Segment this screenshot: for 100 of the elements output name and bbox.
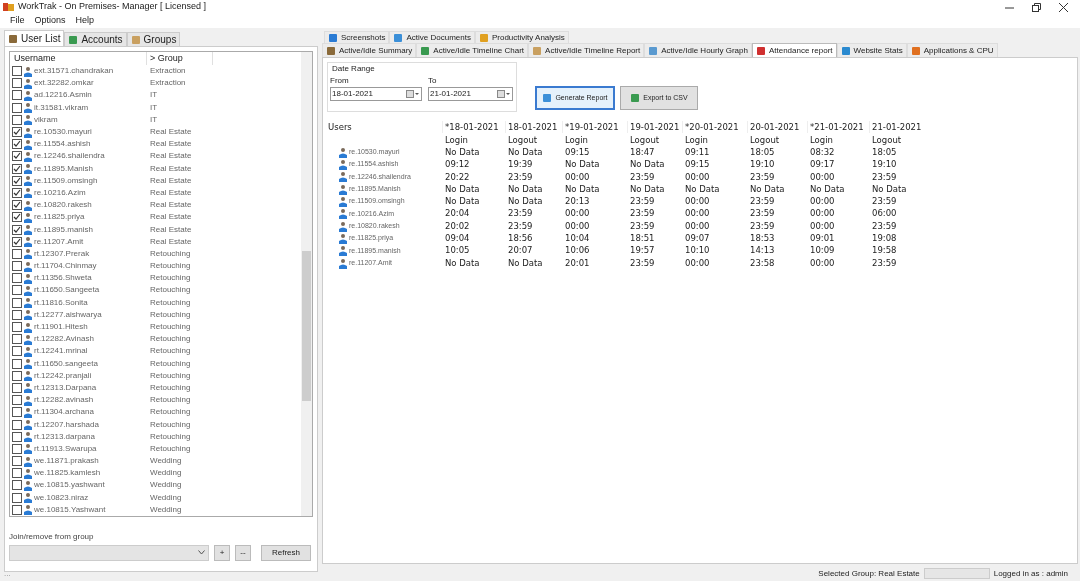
table-cell-text: 00:00 [564,170,591,184]
checkbox[interactable] [12,90,22,101]
group-name: Wedding [149,455,182,468]
checkbox[interactable] [12,297,22,308]
checkbox[interactable] [12,468,22,479]
close-icon[interactable] [1059,2,1068,12]
checkbox[interactable] [12,212,22,223]
group-name: Retouching [149,369,191,382]
table-cell-text: 19:57 [629,244,656,258]
tab-icon [648,45,659,56]
checkbox[interactable] [12,456,22,467]
checkbox[interactable] [12,163,22,174]
checkbox[interactable] [12,419,22,430]
checkbox[interactable] [12,492,22,503]
tab-icon [326,45,336,56]
refresh-button[interactable]: Refresh [261,544,311,561]
checkbox[interactable] [12,431,22,442]
checkbox[interactable] [12,224,22,235]
checkbox[interactable] [12,334,22,345]
field-label: To [428,75,438,87]
table-cell-text: 09:11 [684,146,711,159]
tab[interactable]: Active/Idle Timeline Report [528,43,645,57]
checkbox[interactable] [12,78,22,89]
checkbox[interactable] [12,187,22,198]
checkbox[interactable] [12,480,22,491]
tab[interactable]: Productivity Analysis [474,31,569,43]
table-cell-text: 10:05 [444,244,471,258]
column-header[interactable]: Username [12,51,147,66]
checkbox[interactable] [12,285,22,296]
tab[interactable]: Screenshots [324,31,390,43]
table-cell-text: 09:04 [444,232,471,245]
checkbox[interactable] [12,382,22,393]
checkbox[interactable] [12,248,22,259]
tab-icon [68,34,79,45]
checkbox[interactable] [12,370,22,381]
checkbox[interactable] [12,102,22,113]
remove-button[interactable]: -- [235,544,251,561]
menu-item[interactable]: Options [34,14,66,28]
group-name: Retouching [149,357,191,370]
column-header[interactable]: > Group [147,51,213,66]
add-button[interactable]: + [214,544,230,561]
group-name: Retouching [149,247,191,260]
table-cell-text: 09:07 [684,232,711,245]
tab-icon [8,33,18,44]
table-cell-text: No Data [629,182,666,196]
username: re.11895.manish [34,223,93,236]
tab[interactable]: Applications & CPU [906,43,998,57]
username: re.11509.omsingh [34,174,98,187]
checkbox[interactable] [12,322,22,333]
table-cell-text: 00:00 [809,256,836,270]
checkbox[interactable] [12,114,22,125]
tab-icon [130,34,141,45]
tab[interactable]: Active/Idle Summary [322,43,417,57]
checkbox[interactable] [12,407,22,418]
table-cell-text: 10:06 [564,244,591,258]
tab[interactable]: Attendance report [751,43,837,57]
table-cell-text: 00:00 [564,207,591,221]
restore-icon[interactable] [1032,2,1041,12]
username: rt.11356.Shweta [34,272,92,285]
table-cell-text: 10:09 [809,244,836,258]
checkbox[interactable] [12,261,22,272]
table-cell-text: No Data [749,182,786,196]
username: rt.12242.pranjali [34,369,92,382]
table-cell-text: No Data [507,182,544,196]
checkbox[interactable] [12,151,22,162]
checkbox[interactable] [12,504,22,515]
table-cell-text: 18:47 [629,146,656,159]
group-name: Extraction [149,65,186,78]
scrollbar[interactable] [301,52,312,516]
table-cell-text: 10:10 [684,244,711,258]
checkbox[interactable] [12,200,22,211]
checkbox[interactable] [12,395,22,406]
tab[interactable]: Active/Idle Hourly Graph [644,43,752,57]
date-field[interactable]: 18-01-2021 [330,87,422,101]
checkbox[interactable] [12,346,22,357]
checkbox[interactable] [12,175,22,186]
tab[interactable]: Groups [126,32,181,46]
date-field[interactable]: 21-01-2021 [428,87,513,101]
username: rt.11913.Swarupa [34,442,97,455]
checkbox[interactable] [12,273,22,284]
group-name: Real Estate [149,223,192,236]
checkbox[interactable] [12,139,22,150]
column-header: 19-01-2021 [627,120,682,134]
checkbox[interactable] [12,66,22,77]
tab[interactable]: Active/Idle Timeline Chart [416,43,529,57]
table-cell-text: 00:00 [809,195,836,208]
menu-item[interactable]: File [10,14,25,28]
checkbox[interactable] [12,236,22,247]
table-cell-text: 23:59 [749,170,776,184]
tab[interactable]: User List [4,30,65,46]
checkbox[interactable] [12,309,22,320]
checkbox[interactable] [12,127,22,138]
checkbox[interactable] [12,443,22,454]
table-cell-text: 09:17 [809,158,836,172]
menu-item[interactable]: Help [75,14,95,28]
tab[interactable]: Website Stats [836,43,907,57]
checkbox[interactable] [12,358,22,369]
tab[interactable]: Active Documents [389,31,475,43]
tab[interactable]: Accounts [64,32,127,46]
table-cell-text: 00:00 [564,219,591,233]
